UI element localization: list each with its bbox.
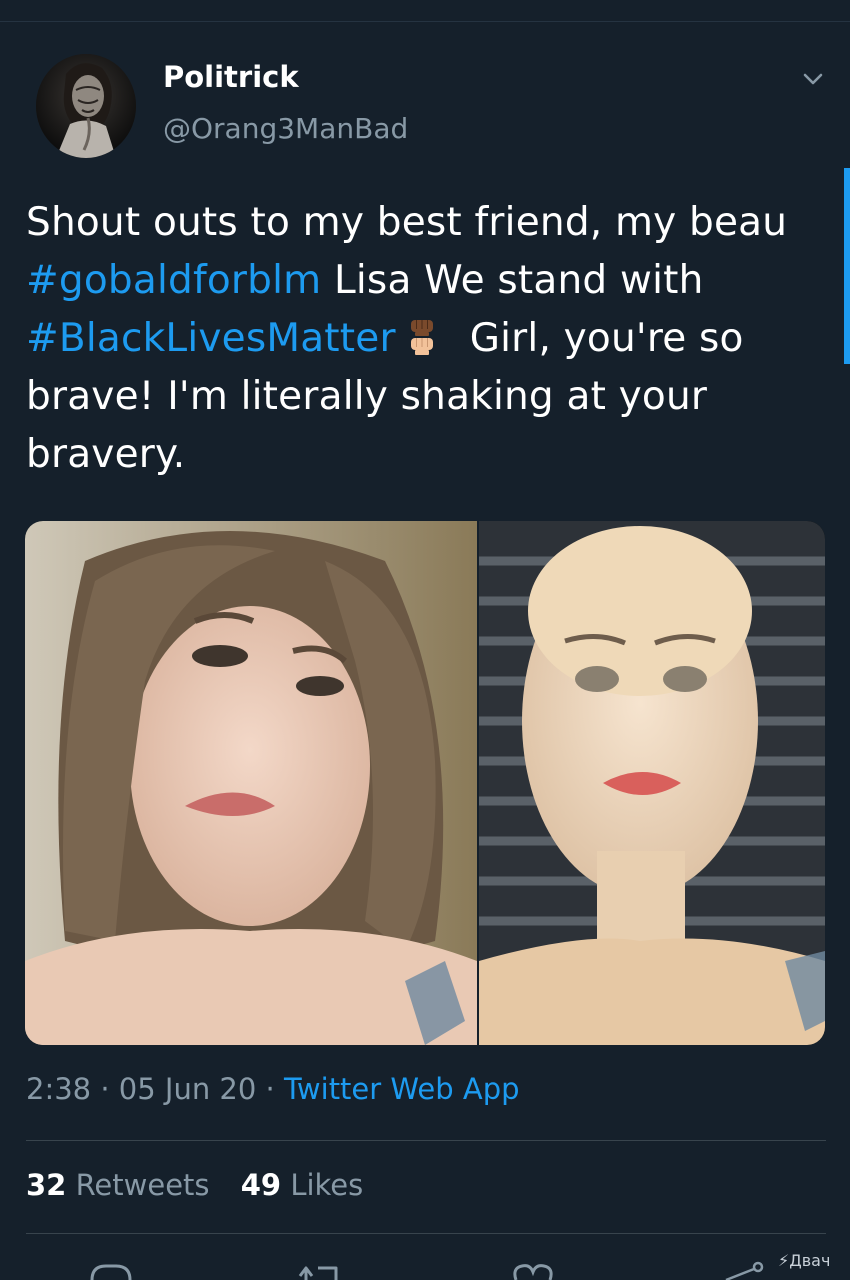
chevron-down-icon[interactable] [796, 62, 830, 96]
meta-separator: · [256, 1072, 284, 1106]
share-icon[interactable] [718, 1258, 768, 1280]
reply-icon[interactable] [86, 1258, 136, 1280]
tweet-detail-screen: Politrick @Orang3ManBad Shout outs to my… [0, 0, 850, 1280]
meta-separator: · [91, 1072, 119, 1106]
source-app-link[interactable]: Twitter Web App [284, 1072, 520, 1106]
photo-right [479, 521, 825, 1045]
avatar[interactable] [36, 54, 136, 158]
retweets-label: Retweets [75, 1168, 210, 1202]
raised-fist-icon [402, 316, 442, 356]
photo-left [25, 521, 477, 1045]
avatar-image [36, 54, 136, 158]
media-photo-grid [25, 521, 825, 1045]
divider [26, 1233, 826, 1234]
tweet-stats: 32 Retweets 49 Likes [26, 1168, 385, 1202]
tweet-text: Shout outs to my best friend, my beau #g… [26, 194, 826, 484]
top-divider [0, 21, 850, 22]
divider [26, 1140, 826, 1141]
lightning-icon: ⚡ [778, 1251, 790, 1270]
watermark-text: Двач [789, 1251, 831, 1270]
hashtag-link[interactable]: #BlackLivesMatter [26, 316, 396, 361]
likes-label: Likes [290, 1168, 364, 1202]
scrollbar[interactable] [844, 168, 850, 364]
retweets-count: 32 [26, 1168, 67, 1202]
hashtag-link[interactable]: #gobaldforblm [26, 258, 321, 303]
tweet-text-part: Lisa We stand with [321, 258, 704, 303]
tweet-text-part: Shout outs to my best friend, my beau [26, 200, 788, 245]
tweet-time: 2:38 [26, 1072, 92, 1106]
watermark: ⚡Двач [778, 1251, 830, 1270]
retweet-icon[interactable] [296, 1258, 346, 1280]
author-handle[interactable]: @Orang3ManBad [163, 112, 408, 145]
likes-count: 49 [240, 1168, 282, 1202]
likes-stat[interactable]: 49 Likes [241, 1168, 364, 1202]
author-display-name[interactable]: Politrick [163, 60, 299, 94]
heart-icon[interactable] [508, 1258, 558, 1280]
retweets-stat[interactable]: 32 Retweets [26, 1168, 210, 1202]
tweet-media[interactable] [25, 521, 825, 1045]
tweet-date: 05 Jun 20 [118, 1072, 257, 1106]
tweet-meta: 2:38 · 05 Jun 20 · Twitter Web App [26, 1072, 520, 1106]
